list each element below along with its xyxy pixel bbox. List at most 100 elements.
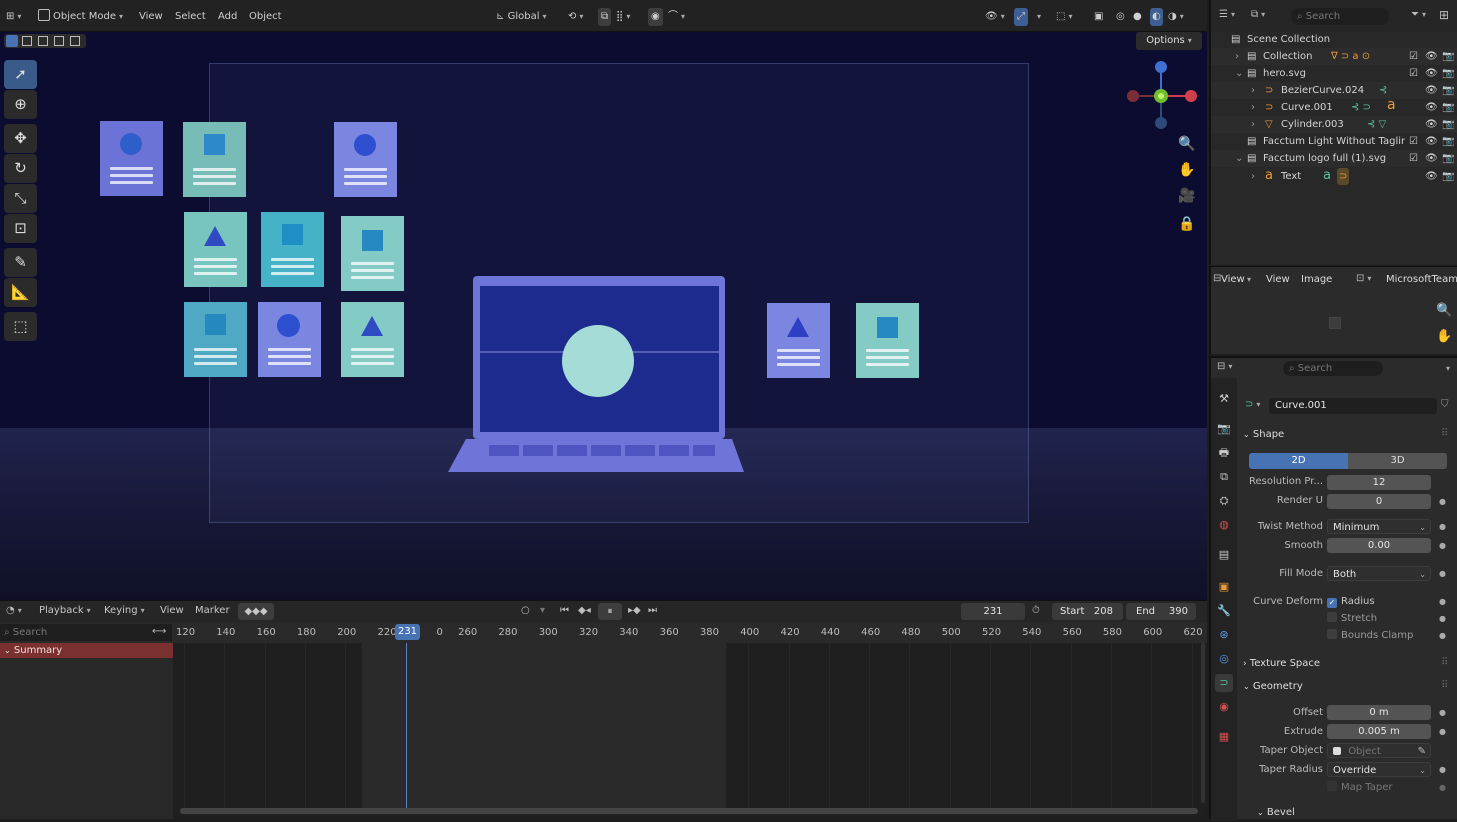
camera-render-icon[interactable]: 📷 (1442, 116, 1454, 133)
collapse-arrow-icon[interactable]: ⌄ (1235, 150, 1243, 167)
keyframe-dot-icon[interactable]: ● (1439, 569, 1446, 578)
collapse-arrow-icon[interactable]: ⌄ (1235, 65, 1243, 82)
chevron-down-icon[interactable]: ▾ (1446, 364, 1450, 373)
drag-handle-icon[interactable]: ⠿ (1441, 657, 1448, 668)
bounds-clamp-checkbox[interactable] (1327, 629, 1337, 639)
transform-tool[interactable]: ⊡ (4, 214, 37, 243)
xray-icon[interactable]: ▣ (1094, 8, 1103, 26)
menu-view-mode[interactable]: View (1221, 274, 1245, 285)
menu-keying[interactable]: Keying ▾ (104, 605, 145, 616)
keyframe-nav-icon[interactable]: ◆◆◆ (238, 603, 274, 620)
keyframe-dot-icon[interactable]: ● (1439, 597, 1446, 606)
keyframe-dot-icon[interactable]: ● (1439, 727, 1446, 736)
visibility-icon[interactable]: 👁 ▾ (985, 8, 1005, 26)
annotate-tool[interactable]: ✎ (4, 248, 37, 277)
eye-icon[interactable]: 👁 (1425, 65, 1438, 82)
smooth-field[interactable]: 0.00 (1327, 538, 1431, 553)
display-mode-icon[interactable]: ⧉ ▾ (1251, 9, 1265, 20)
fill-mode-dropdown[interactable]: Both ⌄ (1327, 566, 1431, 581)
output-tab-icon[interactable]: 🖶 (1215, 444, 1233, 462)
summary-channel[interactable]: ⌄ Summary (0, 643, 173, 658)
end-frame-field[interactable]: End 390 (1126, 603, 1196, 620)
physics-tab-icon[interactable]: ◎ (1215, 650, 1233, 668)
select-extend-icon[interactable] (22, 36, 32, 46)
outliner-row[interactable]: › a Text a ⊃ 👁 📷 (1211, 168, 1457, 185)
snap-target-icon[interactable]: ⣿ ▾ (616, 8, 630, 26)
playhead-frame-indicator[interactable]: 231 (395, 624, 420, 640)
horizontal-scrollbar[interactable] (180, 808, 1198, 814)
menu-select[interactable]: Select (175, 8, 206, 26)
checkbox-icon[interactable]: ☑ (1409, 65, 1418, 82)
eye-icon[interactable]: 👁 (1425, 48, 1438, 65)
add-cube-tool[interactable]: ⬚ (4, 312, 37, 341)
outliner-row[interactable]: ⌄ ▤ Facctum logo full (1).svg ☑ 👁 📷 (1211, 150, 1457, 167)
scene-tab-icon[interactable]: ⛭ (1215, 492, 1233, 510)
keyframe-dot-icon[interactable]: ● (1439, 708, 1446, 717)
extrude-field[interactable]: 0.005 m (1327, 724, 1431, 739)
keyframe-dot-icon[interactable]: ● (1439, 783, 1446, 792)
world-tab-icon[interactable]: ◍ (1215, 516, 1233, 534)
start-frame-field[interactable]: Start 208 (1052, 603, 1123, 620)
eye-icon[interactable]: 👁 (1425, 116, 1438, 133)
stretch-checkbox[interactable] (1327, 612, 1337, 622)
transform-orientation-dropdown[interactable]: ⊾ Global ▾ (496, 8, 547, 26)
image-name[interactable]: MicrosoftTeams (1386, 274, 1457, 285)
auto-keying-icon[interactable]: ○ (521, 605, 530, 616)
solid-shading-icon[interactable]: ● (1133, 8, 1142, 26)
object-tab-icon[interactable]: ▣ (1215, 578, 1233, 596)
pan-hand-icon[interactable]: ✋ (1178, 162, 1195, 178)
tool-tab-icon[interactable]: ⚒ (1215, 390, 1233, 408)
menu-marker[interactable]: Marker (195, 605, 230, 616)
playhead-line[interactable] (406, 643, 407, 809)
checkbox-icon[interactable]: ☑ (1409, 150, 1418, 167)
outliner-search-input[interactable]: ⌕ Search (1291, 8, 1389, 25)
prev-keyframe-icon[interactable]: ◆◂ (578, 605, 591, 616)
menu-object[interactable]: Object (249, 8, 282, 26)
jump-start-icon[interactable]: ⏮ (560, 605, 569, 616)
render-u-field[interactable]: 0 (1327, 494, 1431, 509)
dimension-3d-button[interactable]: 3D (1348, 453, 1447, 469)
3d-viewport[interactable]: ➚ ⊕ ✥ ↻ ⤡ ⊡ ✎ 📐 ⬚ Options ▾ 🔍 ✋ 🎥 🔒 (0, 32, 1207, 600)
keyframe-dot-icon[interactable]: ● (1439, 614, 1446, 623)
particles-tab-icon[interactable]: ⊛ (1215, 626, 1233, 644)
expand-arrow-icon[interactable]: › (1251, 168, 1255, 185)
texture-space-section-header[interactable]: › Texture Space (1243, 655, 1320, 673)
pivot-icon[interactable]: ⟲ ▾ (568, 8, 583, 26)
checkbox-icon[interactable]: ☑ (1409, 48, 1418, 65)
rendered-shading-icon[interactable]: ◑ ▾ (1168, 8, 1184, 26)
new-collection-icon[interactable]: ⊞ (1439, 8, 1449, 22)
select-invert-icon[interactable] (54, 36, 64, 46)
outliner-editor-icon[interactable]: ☰ ▾ (1219, 9, 1235, 20)
timeline-editor-icon[interactable]: ◔ ▾ (6, 605, 22, 616)
datablock-name-field[interactable]: Curve.001 (1269, 398, 1437, 414)
clock-icon[interactable]: ⏱ (1032, 605, 1040, 616)
eye-icon[interactable]: 👁 (1425, 99, 1438, 116)
rotate-tool[interactable]: ↻ (4, 154, 37, 183)
lock-icon[interactable]: 🔒 (1178, 216, 1195, 232)
camera-render-icon[interactable]: 📷 (1442, 168, 1454, 185)
keyframe-dot-icon[interactable]: ● (1439, 522, 1446, 531)
eye-icon[interactable]: 👁 (1425, 150, 1438, 167)
chevron-down-icon[interactable]: ▾ (540, 605, 545, 616)
pause-icon[interactable]: ⏸ (598, 603, 622, 620)
vertical-scrollbar[interactable] (1201, 643, 1205, 803)
expand-arrow-icon[interactable]: › (1251, 116, 1255, 133)
next-keyframe-icon[interactable]: ▸◆ (628, 605, 641, 616)
outliner-row[interactable]: ▤ Facctum Light Without Tagline ☑ 👁 📷 (1211, 133, 1457, 150)
cursor-tool[interactable]: ⊕ (4, 90, 37, 119)
keyframe-dot-icon[interactable]: ● (1439, 631, 1446, 640)
map-taper-checkbox[interactable] (1327, 781, 1337, 791)
render-tab-icon[interactable]: 📷 (1215, 420, 1233, 438)
collection-tab-icon[interactable]: ▤ (1215, 546, 1233, 564)
camera-render-icon[interactable]: 📷 (1442, 99, 1454, 116)
gizmo-icon[interactable]: ⤢ (1014, 8, 1028, 26)
wireframe-shading-icon[interactable]: ◎ (1116, 8, 1125, 26)
camera-icon[interactable]: 🎥 (1178, 188, 1195, 204)
fake-user-shield-icon[interactable]: ⛉ (1441, 399, 1449, 410)
taper-radius-dropdown[interactable]: Override ⌄ (1327, 762, 1431, 777)
outliner-row[interactable]: › ▤ Collection ∇ ⊃ a ⊙ ☑ 👁 📷 (1211, 48, 1457, 65)
editor-type-icon[interactable]: ⊞ ▾ (6, 8, 21, 26)
menu-image[interactable]: Image (1301, 274, 1332, 285)
select-new-icon[interactable] (6, 35, 18, 47)
measure-tool[interactable]: 📐 (4, 278, 37, 307)
